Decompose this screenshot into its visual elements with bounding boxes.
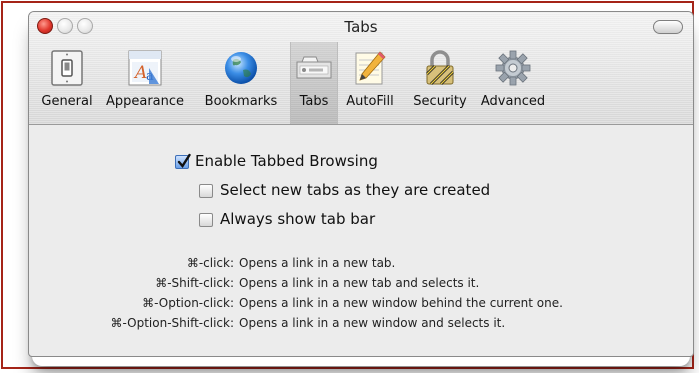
gear-icon — [495, 50, 531, 86]
tab-autofill[interactable]: AutoFill — [337, 42, 403, 124]
tabs-preferences-pane: Enable Tabbed Browsing Select new tabs a… — [29, 125, 693, 356]
preferences-toolbar: General A a Appearance — [29, 42, 693, 124]
enable-tabbed-browsing-label[interactable]: Enable Tabbed Browsing — [195, 152, 378, 170]
checkmark-icon — [177, 153, 191, 168]
tab-security[interactable]: Security — [407, 42, 473, 124]
pencil-notepad-icon — [355, 51, 386, 85]
enable-tabbed-browsing-checkbox[interactable] — [175, 153, 191, 169]
tab-advanced-label: Advanced — [480, 94, 546, 109]
tab-advanced[interactable]: Advanced — [475, 42, 551, 124]
globe-icon — [225, 52, 257, 84]
shortcut-key: ⌘-Shift-click: — [155, 276, 234, 290]
tab-autofill-label: AutoFill — [346, 94, 394, 109]
tab-bookmarks[interactable]: Bookmarks — [195, 42, 287, 124]
preferences-window: Tabs General A a — [28, 11, 694, 357]
tab-general-label: General — [41, 94, 93, 109]
select-new-tabs-label[interactable]: Select new tabs as they are created — [220, 181, 490, 199]
tab-appearance[interactable]: A a Appearance — [97, 42, 193, 124]
select-new-tabs-checkbox[interactable] — [199, 184, 213, 198]
window-toolbar-area: Tabs General A a — [29, 12, 693, 125]
shortcut-description: Opens a link in a new tab. — [239, 256, 396, 270]
shortcut-description: Opens a link in a new window behind the … — [239, 296, 563, 310]
shortcut-key: ⌘-Option-click: — [142, 296, 234, 310]
tab-security-label: Security — [413, 94, 467, 109]
shortcut-description: Opens a link in a new tab and selects it… — [239, 276, 480, 290]
tab-bookmarks-label: Bookmarks — [204, 94, 278, 109]
tab-appearance-label: Appearance — [105, 94, 185, 109]
font-panel-icon: A a — [128, 50, 162, 86]
light-switch-icon — [51, 50, 83, 86]
window-title: Tabs — [344, 18, 378, 36]
always-show-tab-bar-label[interactable]: Always show tab bar — [220, 210, 375, 228]
shortcut-key: ⌘-Option-Shift-click: — [110, 316, 234, 330]
shortcut-description: Opens a link in a new window and selects… — [239, 316, 506, 330]
tab-icon — [296, 56, 332, 79]
tab-general[interactable]: General — [39, 42, 95, 124]
padlock-icon — [425, 50, 455, 86]
shortcut-key: ⌘-click: — [186, 256, 234, 270]
toolbar-toggle-button[interactable] — [653, 20, 683, 34]
always-show-tab-bar-checkbox[interactable] — [199, 213, 213, 227]
tab-tabs-label: Tabs — [299, 94, 329, 109]
tab-tabs[interactable]: Tabs — [290, 42, 338, 124]
